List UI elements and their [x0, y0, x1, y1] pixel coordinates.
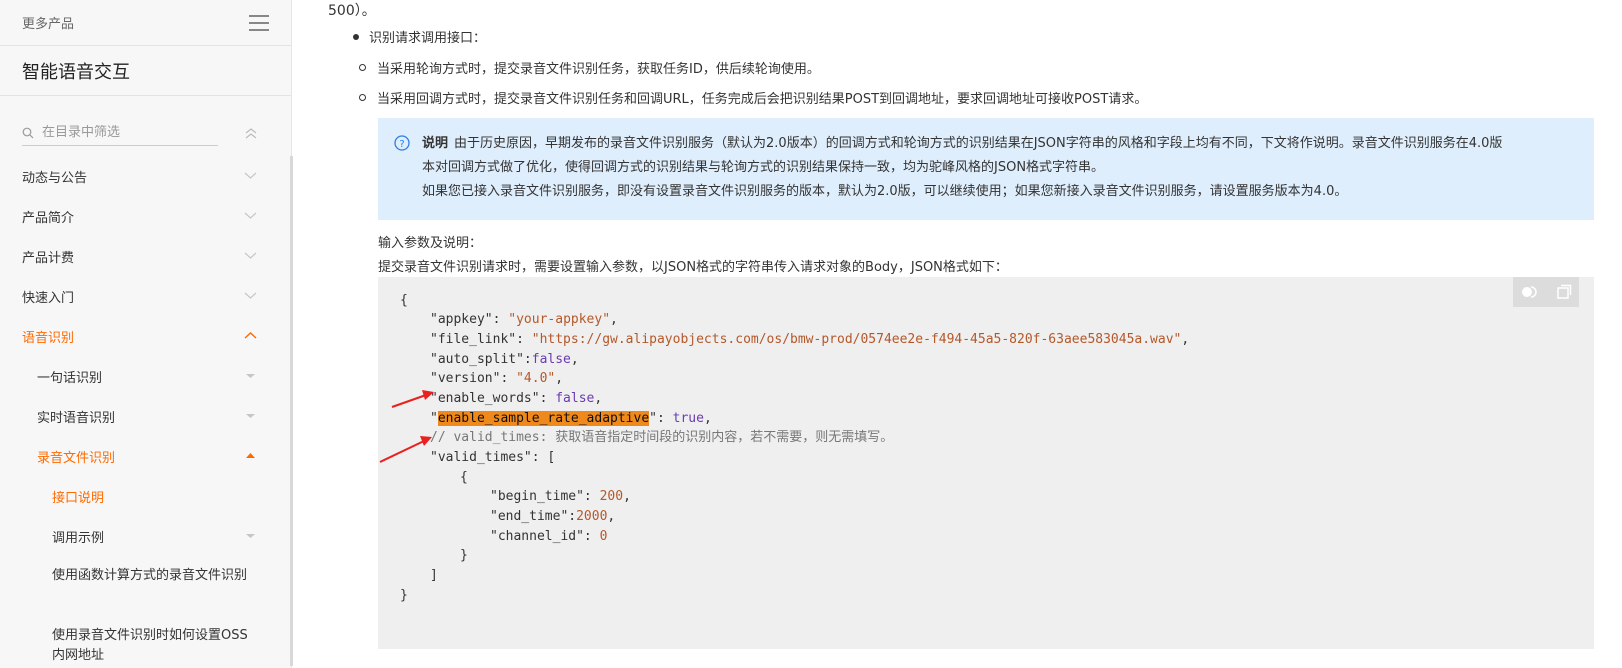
nav-item-short-sentence[interactable]: 一句话识别 — [0, 356, 291, 396]
nav-item-function-compute[interactable]: 使用函数计算方式的录音文件识别 — [0, 556, 291, 616]
code-comment: // valid_times: 获取语音指定时间段的识别内容，若不需要，则无需填… — [430, 430, 894, 445]
code-line: "auto_split":false, — [430, 352, 579, 367]
copy-icon[interactable] — [1556, 284, 1572, 300]
nav-item-product-intro[interactable]: 产品简介 — [0, 196, 291, 236]
code-line: ] — [430, 568, 438, 583]
nav-item-label: 快速入门 — [22, 290, 75, 306]
hamburger-menu-icon[interactable] — [249, 14, 269, 31]
nav-item-quick-start[interactable]: 快速入门 — [0, 276, 291, 316]
caret-down-icon — [246, 414, 255, 418]
note-line: 如果您已接入录音文件识别服务，即没有设置录音文件识别服务的版本，默认为2.0版，… — [422, 184, 1348, 199]
search-icon — [22, 127, 34, 138]
sub-bullet-item: 当采用轮询方式时，提交录音文件识别任务，获取任务ID，供后续轮询使用。 — [359, 58, 820, 77]
nav-item-label: 使用录音文件识别时如何设置OSS内网地址 — [52, 628, 248, 663]
code-block: { "appkey": "your-appkey", "file_link": … — [378, 277, 1594, 649]
theme-toggle-icon[interactable] — [1521, 284, 1541, 300]
code-line: { — [460, 470, 468, 485]
code-line: } — [400, 588, 408, 603]
toc-filter — [0, 110, 291, 156]
section-description: 提交录音文件识别请求时，需要设置输入参数，以JSON格式的字符串传入请求对象的B… — [378, 260, 1008, 275]
toc-filter-input[interactable] — [42, 125, 202, 140]
nav-item-file-recognition[interactable]: 录音文件识别 — [0, 436, 291, 476]
code-line: "file_link": "https://gw.alipayobjects.c… — [430, 332, 1190, 347]
nav-item-pricing[interactable]: 产品计费 — [0, 236, 291, 276]
note-line: 说明 由于历史原因，早期发布的录音文件识别服务（默认为2.0版本）的回调方式和轮询… — [422, 132, 1580, 156]
sub-bullet-circle — [359, 94, 366, 101]
chevron-down-icon — [244, 292, 257, 299]
nav-item-label: 使用函数计算方式的录音文件识别 — [52, 568, 248, 583]
nav-item-label: 动态与公告 — [22, 170, 88, 186]
nav-item-label: 录音文件识别 — [37, 450, 116, 466]
chevron-down-icon — [244, 212, 257, 219]
code-line: "version": "4.0", — [430, 371, 564, 386]
chevron-down-icon — [244, 252, 257, 259]
nav-item-label: 实时语音识别 — [37, 410, 116, 426]
sub-bullet-text: 当采用回调方式时，提交录音文件识别任务和回调URL，任务完成后会把识别结果POS… — [377, 92, 1148, 107]
code-line: "channel_id": 0 — [490, 529, 608, 544]
caret-up-icon — [246, 453, 255, 458]
nav-item-label: 一句话识别 — [37, 370, 103, 386]
note-title: 说明 — [422, 136, 449, 151]
nav-item-label: 语音识别 — [22, 330, 75, 346]
chevron-up-icon — [244, 332, 257, 339]
sub-bullet-text: 当采用轮询方式时，提交录音文件识别任务，获取任务ID，供后续轮询使用。 — [377, 62, 820, 77]
caret-down-icon — [246, 534, 255, 538]
nav-item-api-reference[interactable]: 接口说明 — [0, 476, 291, 516]
section-label: 输入参数及说明： — [378, 236, 483, 251]
code-line: { — [400, 293, 408, 308]
note-text: 由于历史原因，早期发布的录音文件识别服务（默认为2.0版本）的回调方式和轮询方式… — [454, 136, 1503, 151]
chevron-down-icon — [244, 172, 257, 179]
sub-bullet-item: 当采用回调方式时，提交录音文件识别任务和回调URL，任务完成后会把识别结果POS… — [359, 88, 1147, 107]
sub-bullet-circle — [359, 64, 366, 71]
code-toolbar — [1513, 277, 1579, 307]
code-line: "enable_words": false, — [430, 391, 603, 406]
sidebar-header: 更多产品 — [0, 0, 291, 46]
bullet-text: 识别请求调用接口： — [369, 31, 487, 46]
nav-item-announcements[interactable]: 动态与公告 — [0, 156, 291, 196]
nav-item-label: 产品计费 — [22, 250, 75, 266]
sidebar: 更多产品 智能语音交互 动态与公告 产品简介 产品计费 快速入门 语音识别 一句… — [0, 0, 293, 668]
nav-item-label: 产品简介 — [22, 210, 75, 226]
code-line: "end_time":2000, — [490, 509, 616, 524]
bullet-dot — [353, 33, 359, 40]
bullet-item: 识别请求调用接口： — [353, 27, 486, 46]
caret-down-icon — [246, 374, 255, 378]
question-circle-icon: ? — [394, 135, 410, 151]
highlighted-key: enable_sample_rate_adaptive — [437, 411, 650, 426]
code-line: "appkey": "your-appkey", — [430, 312, 618, 327]
code-line: "begin_time": 200, — [490, 489, 631, 504]
nav-item-examples[interactable]: 调用示例 — [0, 516, 291, 556]
code-line: "enable_sample_rate_adaptive": true, — [430, 411, 712, 426]
code-line: "valid_times": [ — [430, 450, 556, 465]
product-title[interactable]: 智能语音交互 — [0, 46, 291, 96]
collapse-all-icon[interactable] — [244, 127, 258, 141]
doc-content: 500）。 识别请求调用接口： 当采用轮询方式时，提交录音文件识别任务，获取任务… — [293, 0, 1622, 668]
svg-text:?: ? — [399, 139, 404, 150]
note-line: 本对回调方式做了优化，使得回调方式的识别结果与轮询方式的识别结果保持一致，均为驼… — [422, 160, 1105, 175]
note-box: ? 说明 由于历史原因，早期发布的录音文件识别服务（默认为2.0版本）的回调方式和… — [378, 118, 1594, 220]
nav-item-realtime[interactable]: 实时语音识别 — [0, 396, 291, 436]
code-line: } — [460, 548, 468, 563]
nav-item-label: 接口说明 — [52, 490, 105, 506]
nav-item-label: 调用示例 — [52, 530, 105, 546]
paragraph-tail: 500）。 — [328, 3, 376, 19]
nav-item-speech-recognition[interactable]: 语音识别 — [0, 316, 291, 356]
more-products-link[interactable]: 更多产品 — [22, 13, 74, 32]
toc-nav: 动态与公告 产品简介 产品计费 快速入门 语音识别 一句话识别 实时语音识别 录… — [0, 156, 291, 668]
nav-item-oss-intranet[interactable]: 使用录音文件识别时如何设置OSS内网地址 — [0, 616, 291, 668]
toc-filter-field[interactable] — [22, 120, 218, 146]
